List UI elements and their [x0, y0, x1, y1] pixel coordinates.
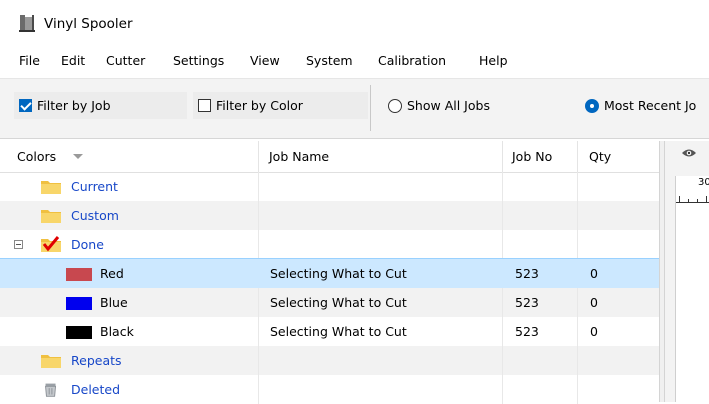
job-name-cell: Selecting What to Cut	[270, 324, 407, 339]
jobs-tree-grid[interactable]: Colors Job Name Job No Qty Current Custo…	[0, 141, 660, 404]
tree-row-custom[interactable]: Custom	[0, 201, 659, 230]
tree-row-black[interactable]: Black Selecting What to Cut 523 0	[0, 317, 659, 346]
header-job-no[interactable]: Job No	[512, 149, 552, 164]
column-divider	[577, 230, 578, 259]
grid-header: Colors Job Name Job No Qty	[0, 141, 659, 173]
column-divider	[502, 201, 503, 230]
column-divider	[577, 288, 578, 317]
filter-toolbar: Filter by Job Filter by Color Show All J…	[0, 78, 709, 139]
menu-view[interactable]: View	[250, 53, 280, 68]
menu-cutter[interactable]: Cutter	[106, 53, 145, 68]
column-divider	[502, 172, 503, 201]
column-divider	[502, 230, 503, 259]
menu-bar: File Edit Cutter Settings View System Ca…	[0, 49, 709, 73]
preview-panel: 30	[665, 141, 709, 402]
filter-by-color-label: Filter by Color	[216, 98, 303, 113]
job-no-cell: 523	[515, 266, 539, 281]
tree-row-done[interactable]: Done	[0, 230, 659, 259]
eye-icon[interactable]	[681, 148, 697, 158]
collapse-toggle-icon[interactable]	[14, 240, 23, 249]
show-all-jobs-radio[interactable]: Show All Jobs	[388, 92, 528, 119]
trash-icon	[45, 383, 57, 397]
show-all-jobs-label: Show All Jobs	[407, 98, 490, 113]
color-label-red: Red	[100, 266, 124, 281]
qty-cell: 0	[590, 324, 598, 339]
checkbox-unchecked-icon	[198, 99, 211, 112]
column-divider	[502, 317, 503, 346]
most-recent-jobs-label: Most Recent Jo	[604, 98, 697, 113]
column-divider	[502, 346, 503, 375]
column-divider	[577, 375, 578, 404]
folder-label-repeats: Repeats	[71, 353, 122, 368]
folder-label-custom: Custom	[71, 208, 119, 223]
header-qty[interactable]: Qty	[589, 149, 611, 164]
header-divider[interactable]	[502, 141, 503, 172]
ruler-baseline	[676, 202, 709, 203]
job-no-cell: 523	[515, 295, 539, 310]
sort-dropdown-icon[interactable]	[73, 154, 83, 160]
color-swatch	[66, 326, 92, 339]
column-divider	[258, 201, 259, 230]
window-title: Vinyl Spooler	[44, 16, 133, 32]
filter-by-job-checkbox[interactable]: Filter by Job	[14, 92, 187, 119]
tree-row-deleted[interactable]: Deleted	[0, 375, 659, 404]
header-divider[interactable]	[577, 141, 578, 172]
job-name-cell: Selecting What to Cut	[270, 295, 407, 310]
column-divider	[258, 288, 259, 317]
radio-selected-icon	[585, 98, 599, 113]
column-divider	[502, 288, 503, 317]
job-name-cell: Selecting What to Cut	[270, 266, 407, 281]
column-divider	[502, 375, 503, 404]
radio-unselected-icon	[388, 98, 402, 113]
vinyl-spooler-app-icon	[19, 15, 35, 32]
title-bar: Vinyl Spooler	[0, 0, 709, 46]
column-divider	[577, 172, 578, 201]
done-folder-check-icon	[41, 236, 61, 252]
header-divider[interactable]	[258, 141, 259, 172]
column-divider	[258, 230, 259, 259]
folder-label-current: Current	[71, 179, 118, 194]
tree-row-repeats[interactable]: Repeats	[0, 346, 659, 375]
job-no-cell: 523	[515, 324, 539, 339]
folder-icon	[41, 210, 61, 223]
toolbar-separator	[370, 85, 371, 131]
column-divider	[577, 346, 578, 375]
most-recent-jobs-radio[interactable]: Most Recent Jo	[585, 92, 709, 119]
column-divider	[258, 346, 259, 375]
qty-cell: 0	[590, 295, 598, 310]
color-label-blue: Blue	[100, 295, 128, 310]
color-swatch	[66, 268, 92, 281]
tree-row-current[interactable]: Current	[0, 172, 659, 201]
qty-cell: 0	[590, 266, 598, 281]
menu-edit[interactable]: Edit	[61, 53, 85, 68]
column-divider	[577, 201, 578, 230]
folder-label-deleted: Deleted	[71, 382, 121, 397]
menu-system[interactable]: System	[306, 53, 353, 68]
menu-help[interactable]: Help	[479, 53, 508, 68]
menu-calibration[interactable]: Calibration	[378, 53, 446, 68]
filter-by-job-label: Filter by Job	[37, 98, 111, 113]
checkbox-checked-icon	[19, 99, 32, 112]
menu-file[interactable]: File	[19, 53, 40, 68]
column-divider	[258, 172, 259, 201]
column-divider	[258, 375, 259, 404]
header-colors[interactable]: Colors	[17, 149, 56, 164]
folder-icon	[41, 181, 61, 194]
filter-by-color-checkbox[interactable]: Filter by Color	[193, 92, 368, 119]
preview-ruler: 30	[675, 176, 709, 402]
header-job-name[interactable]: Job Name	[269, 149, 329, 164]
color-swatch	[66, 297, 92, 310]
ruler-label: 30	[698, 177, 709, 188]
menu-settings[interactable]: Settings	[173, 53, 224, 68]
color-label-black: Black	[100, 324, 134, 339]
column-divider	[577, 317, 578, 346]
folder-label-done: Done	[71, 237, 104, 252]
tree-row-red[interactable]: Red Selecting What to Cut 523 0	[0, 258, 660, 289]
column-divider	[258, 317, 259, 346]
folder-icon	[41, 355, 61, 368]
tree-row-blue[interactable]: Blue Selecting What to Cut 523 0	[0, 288, 659, 317]
